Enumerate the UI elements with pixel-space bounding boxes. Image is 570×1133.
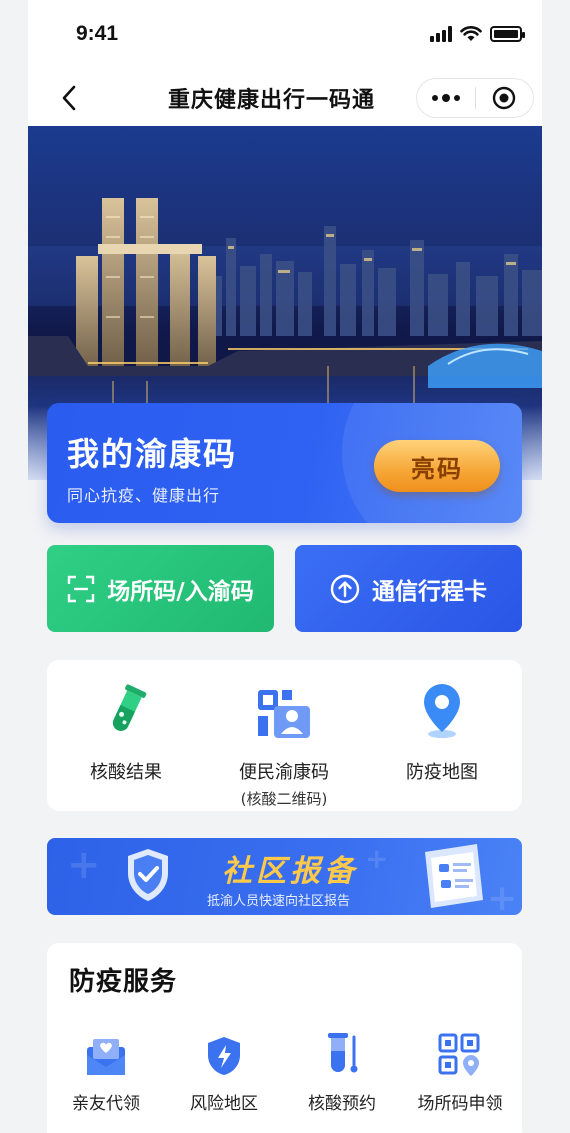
scan-icon [68,575,95,602]
mini-program-capsule [416,78,534,118]
epidemic-services-card: 防疫服务 亲友代领 风险地区 核酸预约 场所码申领 [47,943,522,1133]
quick-link-label: 便民渝康码 [239,762,329,783]
page-title: 重庆健康出行一码通 [168,88,376,113]
service-venue-code-apply[interactable]: 场所码申领 [401,1031,519,1114]
travel-card-button[interactable]: 通信行程卡 [295,545,522,632]
service-label: 场所码申领 [417,1094,503,1114]
plus-decoration-icon: + [67,842,101,888]
quick-link-label: 核酸结果 [90,762,162,783]
chevron-left-icon [62,85,76,111]
test-tube-icon [113,684,147,731]
quick-links-card: 核酸结果 便民渝康码 (核酸二维码) 防疫地图 [47,660,522,811]
status-time: 9:41 [76,22,119,45]
show-code-button[interactable]: 亮码 [374,440,500,492]
more-dot-icon [441,94,450,102]
service-risk-areas[interactable]: 风险地区 [165,1031,283,1114]
map-pin-icon [424,684,460,738]
service-nucleic-appointment[interactable]: 核酸预约 [283,1031,401,1114]
quick-link-convenience-code[interactable]: 便民渝康码 (核酸二维码) [205,682,363,809]
community-banner-subtitle: 抵渝人员快速向社区报告 [207,894,351,909]
health-code-title: 我的渝康码 [67,435,238,473]
more-dot-icon [453,95,460,101]
id-card-qr-icon [258,690,310,738]
status-icons [430,26,525,42]
envelope-heart-icon [87,1039,125,1075]
service-proxy-collect[interactable]: 亲友代领 [47,1031,165,1114]
service-label: 风险地区 [190,1094,258,1114]
venue-code-button[interactable]: 场所码/入渝码 [47,545,274,632]
health-code-subtitle: 同心抗疫、健康出行 [67,486,221,505]
signal-icon [430,26,452,42]
app-page: 9:41 重庆健康出行一码通 我的渝康码 同心抗疫、健康出行 亮码 场所码/入渝… [0,0,570,1133]
community-banner-title: 社区报备 [222,854,358,889]
quick-link-label: 防疫地图 [406,762,478,783]
health-code-card[interactable]: 我的渝康码 同心抗疫、健康出行 亮码 [47,403,522,523]
quick-link-epidemic-map[interactable]: 防疫地图 [363,682,521,784]
shield-check-icon [128,849,168,901]
wifi-icon [460,26,482,41]
battery-icon [490,26,525,42]
plus-decoration-icon: + [365,842,389,875]
quick-link-sublabel: (核酸二维码) [240,790,328,808]
test-tube-icon [328,1033,358,1073]
back-button[interactable] [54,82,84,114]
status-bar: 9:41 [28,0,542,70]
community-report-banner[interactable]: + + + 社区报备 抵渝人员快速向社区报告 [47,838,522,915]
qr-code-icon [438,1033,480,1076]
venue-code-label: 场所码/入渝码 [107,578,254,605]
report-form-icon [425,844,483,908]
close-mini-program-button[interactable] [475,79,533,117]
more-dot-icon [431,95,438,101]
services-title: 防疫服务 [69,967,178,997]
travel-card-label: 通信行程卡 [372,578,487,605]
nav-bar: 重庆健康出行一码通 [28,70,542,126]
target-circle-icon [493,86,516,110]
shield-bolt-icon [208,1037,240,1075]
more-button[interactable] [417,79,475,117]
arrow-up-circle-icon [330,574,360,603]
service-label: 亲友代领 [72,1094,140,1114]
service-label: 核酸预约 [308,1094,376,1114]
quick-link-nucleic-result[interactable]: 核酸结果 [47,682,205,784]
